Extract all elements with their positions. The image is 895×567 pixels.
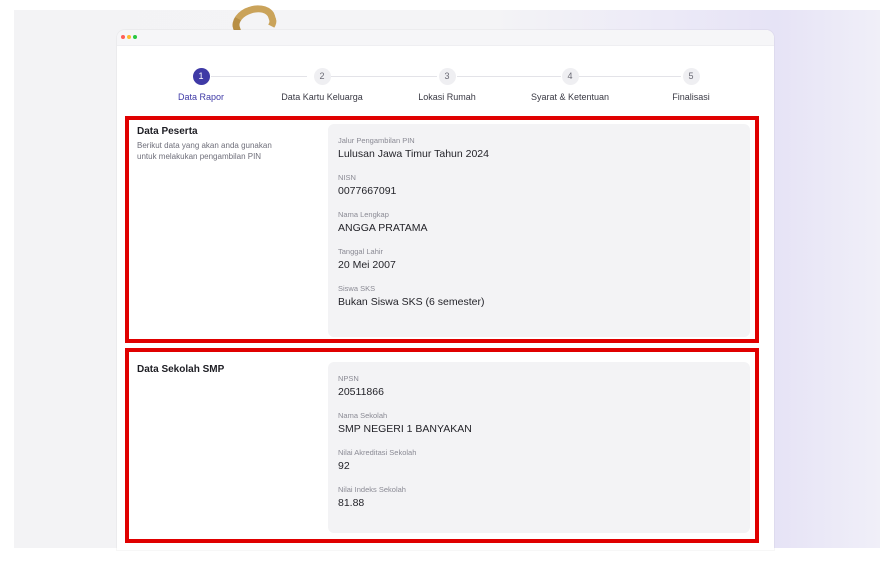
field-npsn: NPSN 20511866 [338,374,740,399]
field-label: Tanggal Lahir [338,247,384,256]
step-data-kartu-keluarga[interactable]: 2 Data Kartu Keluarga [252,68,392,102]
field-label: Siswa SKS [338,284,376,293]
field-value: SMP NEGERI 1 BANYAKAN [338,423,472,435]
field-jalur-pin: Jalur Pengambilan PIN Lulusan Jawa Timur… [338,136,740,161]
data-peserta-section: Data Peserta Berikut data yang akan anda… [125,116,759,343]
field-label: NISN [338,173,356,182]
field-value: 0077667091 [338,185,397,197]
field-value: 92 [338,460,350,472]
peserta-info-card: Jalur Pengambilan PIN Lulusan Jawa Timur… [328,124,750,337]
field-nilai-indeks: Nilai Indeks Sekolah 81.88 [338,485,740,510]
step-number-badge: 1 [192,68,210,85]
window-titlebar [117,30,774,46]
field-label: Nama Sekolah [338,411,388,420]
field-nisn: NISN 0077667091 [338,173,740,198]
field-nilai-akreditasi: Nilai Akreditasi Sekolah 92 [338,448,740,473]
field-value: Bukan Siswa SKS (6 semester) [338,296,485,308]
step-label: Syarat & Ketentuan [530,92,610,102]
field-value: Lulusan Jawa Timur Tahun 2024 [338,148,489,160]
field-tanggal-lahir: Tanggal Lahir 20 Mei 2007 [338,247,740,272]
step-data-rapor[interactable]: 1 Data Rapor [131,68,271,102]
sekolah-info-card: NPSN 20511866 Nama Sekolah SMP NEGERI 1 … [328,362,750,533]
step-number-badge: 3 [438,68,456,85]
step-lokasi-rumah[interactable]: 3 Lokasi Rumah [377,68,517,102]
section-description: Berikut data yang akan anda gunakan untu… [137,141,272,161]
field-siswa-sks: Siswa SKS Bukan Siswa SKS (6 semester) [338,284,740,309]
field-value: 20511866 [338,386,384,398]
step-syarat-ketentuan[interactable]: 4 Syarat & Ketentuan [500,68,640,102]
field-nama-sekolah: Nama Sekolah SMP NEGERI 1 BANYAKAN [338,411,740,436]
field-value: 81.88 [338,497,365,509]
field-label: Nilai Akreditasi Sekolah [338,448,417,457]
step-number-badge: 4 [561,68,579,85]
app-window: 1 Data Rapor 2 Data Kartu Keluarga 3 Lok… [117,30,774,550]
section-title: Data Peserta [137,126,198,137]
step-label: Data Kartu Keluarga [281,92,363,102]
field-label: Jalur Pengambilan PIN [338,136,415,145]
field-value: 20 Mei 2007 [338,259,396,271]
data-sekolah-section: Data Sekolah SMP NPSN 20511866 Nama Seko… [125,348,759,543]
step-finalisasi[interactable]: 5 Finalisasi [621,68,761,102]
field-label: Nama Lengkap [338,210,389,219]
step-label: Finalisasi [672,92,710,102]
step-number-badge: 2 [313,68,331,85]
section-title: Data Sekolah SMP [137,364,225,375]
minimize-window-dot[interactable] [127,35,131,39]
progress-stepper: 1 Data Rapor 2 Data Kartu Keluarga 3 Lok… [117,68,774,108]
step-number-badge: 5 [682,68,700,85]
close-window-dot[interactable] [121,35,125,39]
step-label: Lokasi Rumah [418,92,476,102]
field-nama-lengkap: Nama Lengkap ANGGA PRATAMA [338,210,740,235]
step-label: Data Rapor [177,92,225,102]
window-controls [121,35,137,39]
field-label: Nilai Indeks Sekolah [338,485,406,494]
field-label: NPSN [338,374,359,383]
field-value: ANGGA PRATAMA [338,222,428,234]
maximize-window-dot[interactable] [133,35,137,39]
